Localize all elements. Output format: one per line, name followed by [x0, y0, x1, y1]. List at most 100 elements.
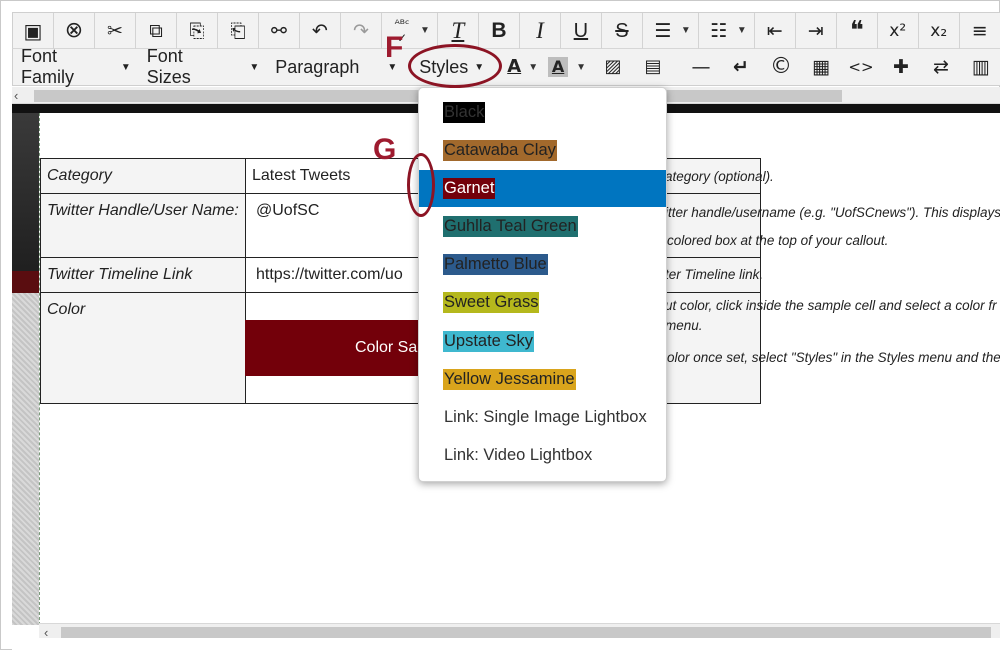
editor-window: ▣ ⊗ ✂ ⧉ ⎘ ⎗ ⚯ ↶ ↷ ᴬᴮᶜ ✓ ▼ T B I U S ☰ ▼ ☷ ▼ … — [0, 0, 1000, 650]
bullet-list-button[interactable]: ☰ ▼ — [643, 12, 699, 49]
superscript-button[interactable]: x² — [878, 12, 919, 49]
italic-button[interactable]: I — [520, 12, 561, 49]
background-color-button[interactable]: A ▼ — [545, 49, 593, 85]
toolbar-row-1: ▣ ⊗ ✂ ⧉ ⎘ ⎗ ⚯ ↶ ↷ ᴬᴮᶜ ✓ ▼ T B I U S ☰ ▼ ☷ ▼ … — [12, 12, 1000, 49]
chevron-down-icon: ▼ — [736, 25, 747, 36]
annotation-ring-styles — [408, 44, 502, 88]
twitter-link-value[interactable]: https://twitter.com/uo — [245, 257, 421, 293]
table-icon: ▦ — [812, 56, 830, 78]
font-family-label: Font Family — [21, 46, 74, 87]
horizontal-rule-button[interactable]: — — [681, 49, 721, 85]
save-button[interactable]: ▣ — [13, 12, 54, 49]
subscript-icon: x₂ — [930, 20, 948, 41]
image-icon: ▨ — [604, 56, 622, 77]
numbered-list-button[interactable]: ☷ ▼ — [699, 12, 755, 49]
indent-icon: ⇥ — [807, 19, 824, 42]
style-item-label: Palmetto Blue — [443, 254, 548, 275]
replace-button[interactable]: ⇄ — [921, 49, 961, 85]
find-icon: ⚯ — [271, 19, 287, 42]
paste-button[interactable]: ⎘ — [177, 12, 218, 49]
style-item-sweet-grass[interactable]: Sweet Grass — [419, 284, 666, 321]
style-item-label: Upstate Sky — [443, 331, 534, 352]
row-label-color: Color — [40, 292, 246, 404]
code-button[interactable]: <> — [841, 49, 881, 85]
help-text-color-3: olor once set, select "Styles" in the St… — [667, 350, 1000, 365]
redo-icon: ↷ — [353, 19, 369, 42]
annotation-label-f: F — [385, 31, 404, 64]
line-break-button[interactable]: ↵ — [721, 49, 761, 85]
help-text-category: ategory (optional). — [665, 169, 774, 184]
text-color-button[interactable]: A ▼ — [498, 49, 545, 85]
strikethrough-button[interactable]: S — [602, 12, 643, 49]
style-item-video-lightbox[interactable]: Link: Video Lightbox — [419, 437, 666, 474]
strikethrough-icon: S — [615, 19, 629, 42]
style-item-label: Catawaba Clay — [443, 140, 557, 161]
style-item-guhlla-teal-green[interactable]: Guhlla Teal Green — [419, 208, 666, 245]
annotation-ring-garnet — [407, 153, 435, 217]
row-label-twitter-link: Twitter Timeline Link — [40, 257, 246, 293]
copy-button[interactable]: ⧉ — [136, 12, 177, 49]
more-button[interactable]: ▥ — [961, 49, 1000, 85]
underline-button[interactable]: U — [561, 12, 602, 49]
font-sizes-dropdown[interactable]: Font Sizes ▼ — [139, 46, 268, 87]
cut-button[interactable]: ✂ — [95, 12, 136, 49]
align-left-button[interactable]: ≡ — [960, 12, 1000, 49]
style-item-yellow-jessamine[interactable]: Yellow Jessamine — [419, 361, 666, 398]
twitter-handle-value[interactable]: @UofSC — [245, 193, 421, 258]
style-item-label: Yellow Jessamine — [443, 369, 576, 390]
code-icon: <> — [848, 58, 874, 76]
table-button[interactable]: ▦ — [801, 49, 841, 85]
annotation-label-g: G — [373, 133, 397, 166]
color-sample-text: Color Sa — [355, 339, 418, 356]
subscript-button[interactable]: x₂ — [919, 12, 960, 49]
image-button[interactable]: ▨ — [593, 49, 633, 85]
scroll-left-icon[interactable]: ‹ — [14, 87, 18, 104]
chevron-down-icon: ▼ — [120, 61, 131, 73]
toolbar-row-2: Font Family ▼ Font Sizes ▼ Paragraph ▼ S… — [12, 46, 1000, 87]
line-break-icon: ↵ — [733, 56, 749, 78]
status-bar — [12, 638, 1000, 650]
bullet-list-icon: ☰ — [654, 19, 672, 42]
puzzle-icon: ✚ — [893, 56, 909, 78]
cancel-icon: ⊗ — [64, 17, 84, 43]
indent-button[interactable]: ⇥ — [796, 12, 837, 49]
underline-icon: U — [573, 19, 589, 42]
style-item-upstate-sky[interactable]: Upstate Sky — [419, 323, 666, 360]
style-item-catawaba-clay[interactable]: Catawaba Clay — [419, 132, 666, 169]
undo-button[interactable]: ↶ — [300, 12, 341, 49]
bold-button[interactable]: B — [479, 12, 520, 49]
paste-text-icon: ⎗ — [230, 19, 246, 42]
style-item-label: Link: Video Lightbox — [444, 446, 593, 464]
style-item-palmetto-blue[interactable]: Palmetto Blue — [419, 246, 666, 283]
align-left-icon: ≡ — [971, 19, 988, 42]
color-sample-cell[interactable]: Color Sa — [245, 320, 420, 376]
media-button[interactable]: ▤ — [633, 49, 673, 85]
style-item-garnet[interactable]: Garnet — [419, 170, 666, 207]
paragraph-label: Paragraph — [275, 56, 360, 77]
copyright-button[interactable]: © — [761, 49, 801, 85]
cancel-button[interactable]: ⊗ — [54, 12, 95, 49]
text-color-icon: A — [507, 56, 522, 77]
style-item-label: Black — [443, 102, 486, 123]
blockquote-icon: ❝ — [849, 15, 864, 46]
columns-icon: ▥ — [972, 56, 990, 78]
blockquote-button[interactable]: ❝ — [837, 12, 878, 49]
font-sizes-label: Font Sizes — [146, 46, 191, 87]
cut-icon: ✂ — [107, 19, 123, 42]
redo-button[interactable]: ↷ — [341, 12, 382, 49]
chevron-down-icon: ▼ — [528, 61, 539, 73]
help-text-color: ut color, click inside the sample cell a… — [665, 298, 997, 313]
outdent-button[interactable]: ⇤ — [755, 12, 796, 49]
copy-icon: ⧉ — [149, 19, 163, 42]
italic-icon: I — [536, 17, 544, 43]
save-icon: ▣ — [23, 18, 43, 43]
find-button[interactable]: ⚯ — [259, 12, 300, 49]
font-family-dropdown[interactable]: Font Family ▼ — [13, 46, 139, 87]
plugin-button[interactable]: ✚ — [881, 49, 921, 85]
style-item-black[interactable]: Black — [419, 94, 666, 131]
header-image — [12, 113, 39, 293]
help-text-handle-2: colored box at the top of your callout. — [667, 233, 889, 248]
help-text-link: ter Timeline link. — [665, 267, 764, 282]
paste-text-button[interactable]: ⎗ — [218, 12, 259, 49]
style-item-single-image-lightbox[interactable]: Link: Single Image Lightbox — [419, 399, 666, 436]
